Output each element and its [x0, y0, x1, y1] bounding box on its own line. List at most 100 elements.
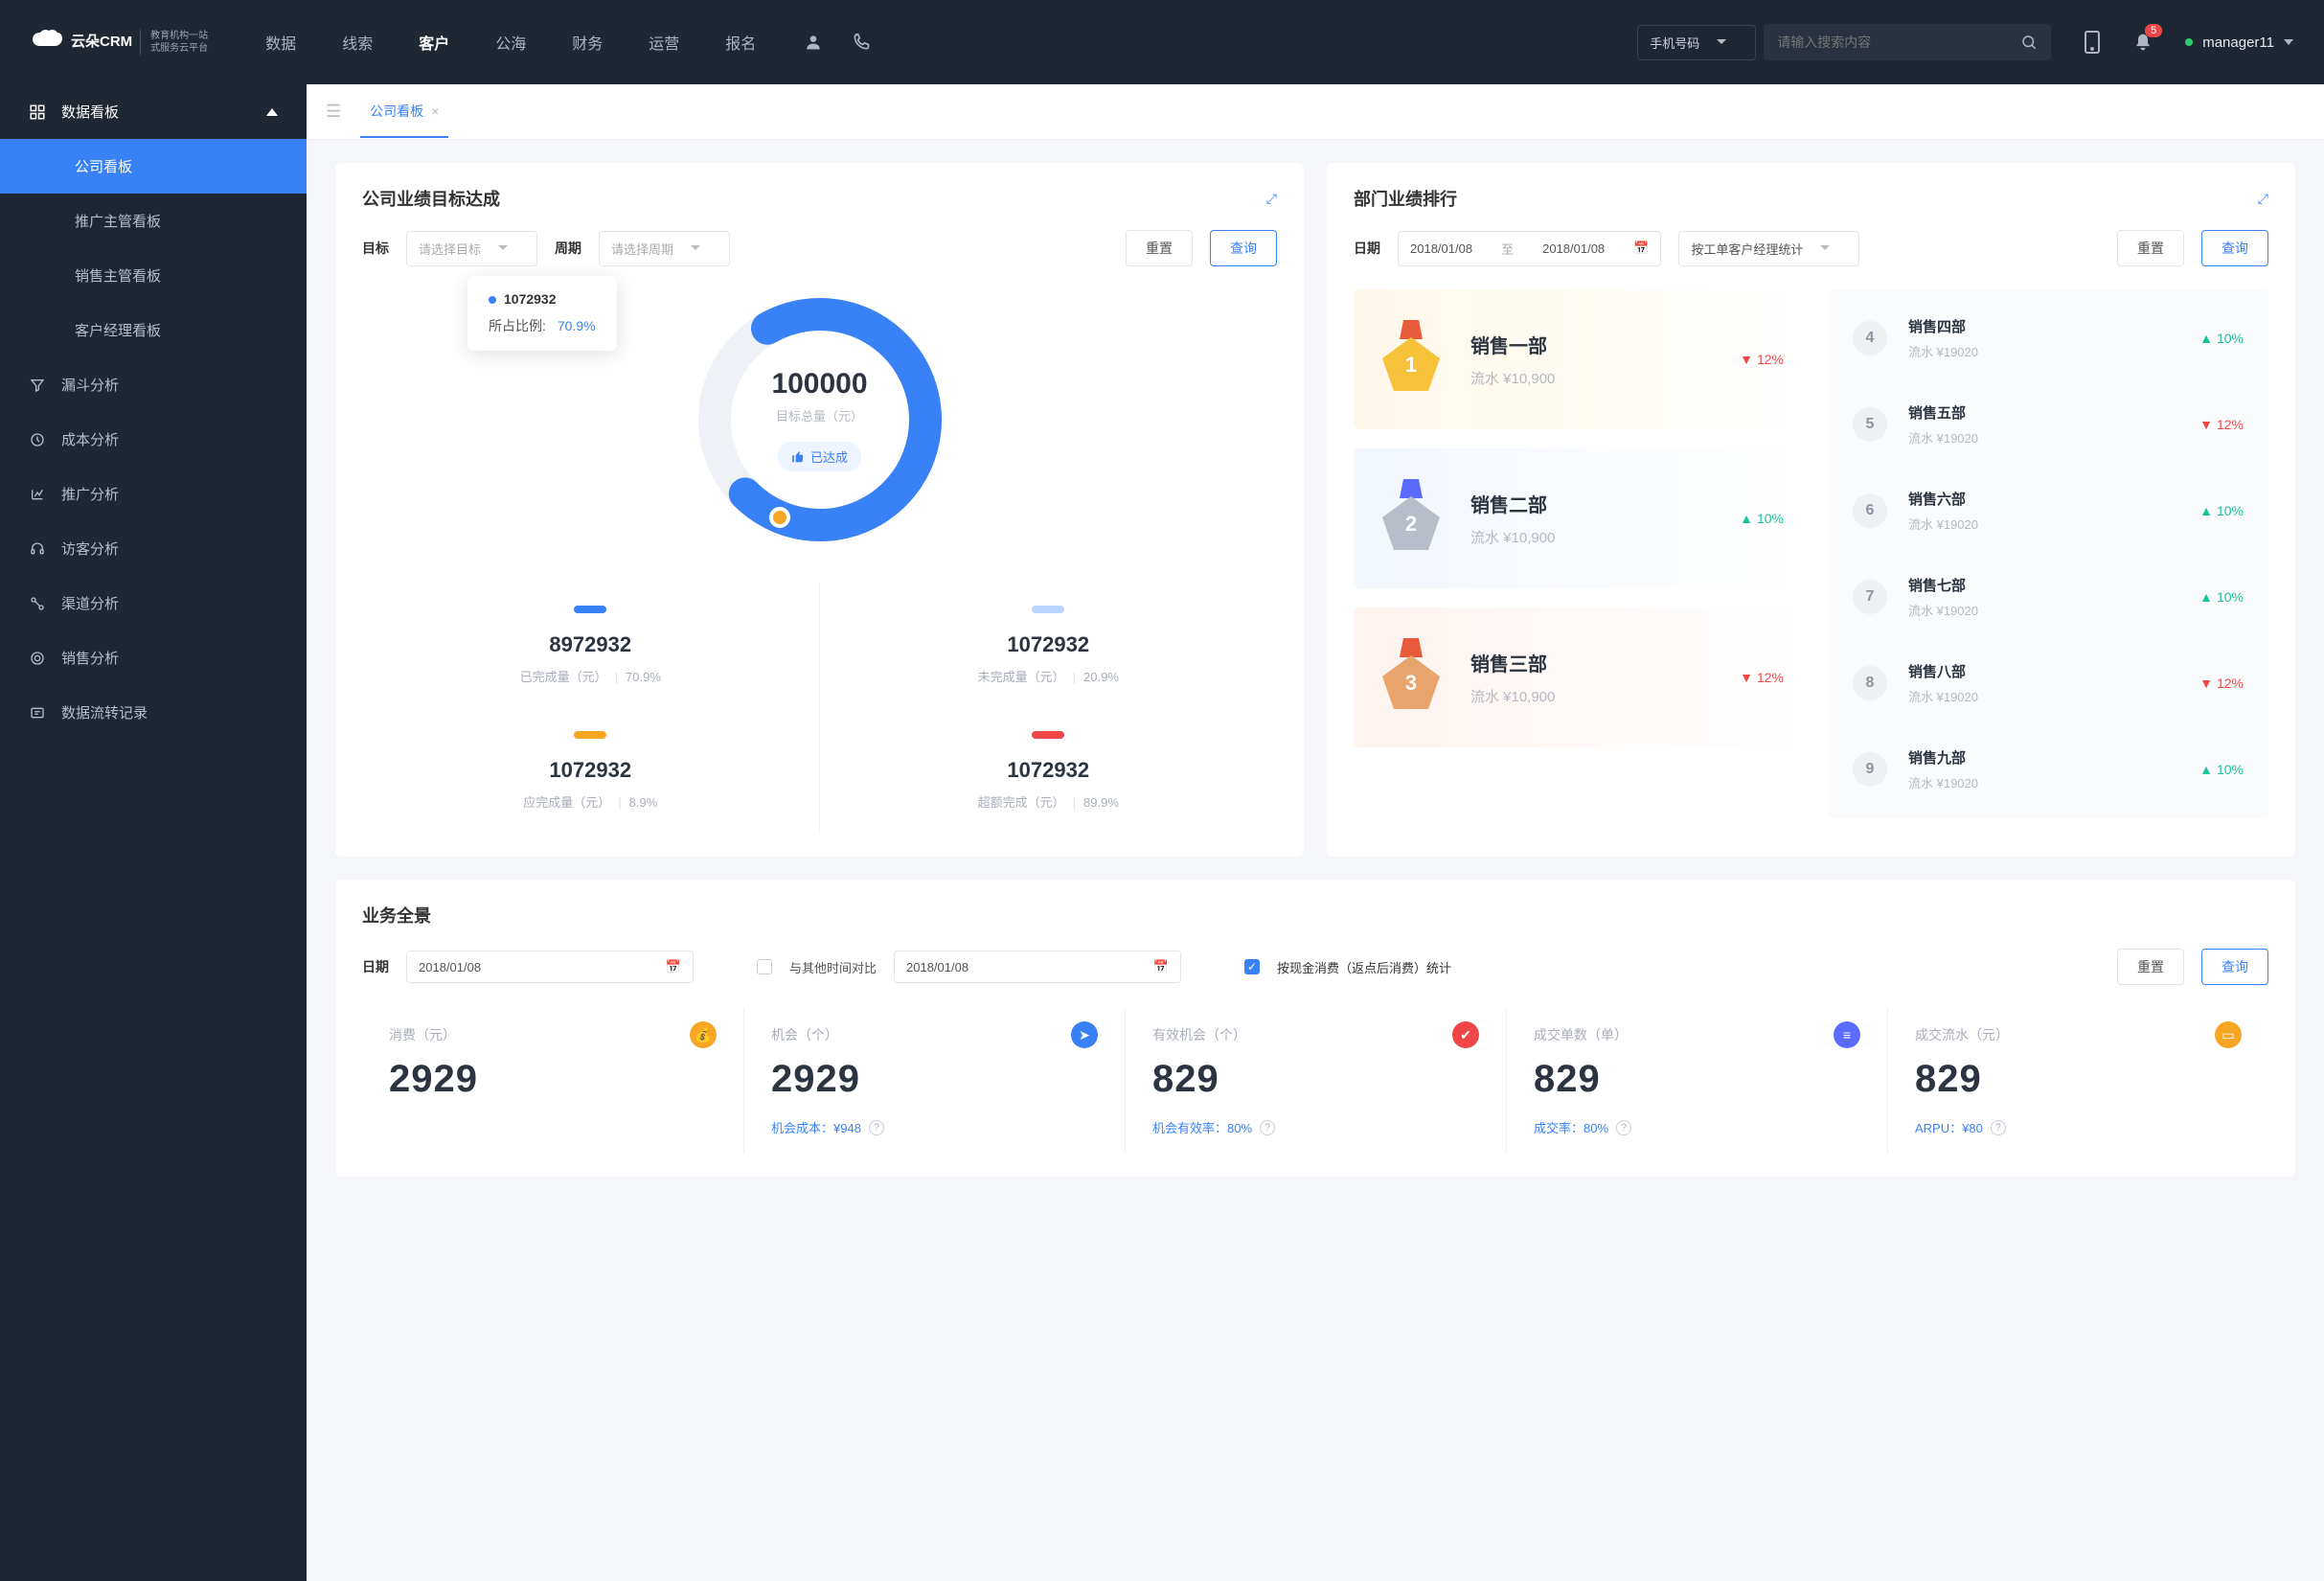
target-select[interactable]: 请选择目标: [406, 231, 537, 266]
sidebar-sub-company[interactable]: 公司看板: [0, 139, 307, 194]
scope-select[interactable]: 按工单客户经理统计: [1678, 231, 1859, 266]
rank-row: 5销售五部流水 ¥19020▼ 12%: [1828, 381, 2268, 468]
sidebar-item-visitor[interactable]: 访客分析: [0, 521, 307, 576]
sidebar: 数据看板 公司看板 推广主管看板 销售主管看板 客户经理看板 漏斗分析 成本分析…: [0, 84, 307, 1581]
query-button[interactable]: 查询: [2201, 949, 2268, 985]
date-range-input[interactable]: 2018/01/08 至 2018/01/08 📅: [1398, 231, 1661, 266]
brand-tag1: 教育机构一站: [150, 30, 208, 42]
sidebar-item-funnel[interactable]: 漏斗分析: [0, 357, 307, 412]
person-icon[interactable]: [804, 33, 823, 52]
search-input[interactable]: [1777, 34, 2020, 50]
brand-tag2: 式服务云平台: [150, 42, 208, 55]
reset-button[interactable]: 重置: [2117, 949, 2184, 985]
reset-button[interactable]: 重置: [1126, 230, 1193, 266]
query-button[interactable]: 查询: [1210, 230, 1277, 266]
target-icon: [29, 650, 46, 667]
search-field-select[interactable]: 手机号码: [1637, 25, 1756, 60]
date-label: 日期: [362, 957, 389, 976]
reset-button[interactable]: 重置: [2117, 230, 2184, 266]
rank-card: 部门业绩排行 ⤢ 日期 2018/01/08 至 2018/01/08 📅: [1327, 163, 2295, 857]
user-menu[interactable]: manager11: [2185, 34, 2293, 51]
main: ☰ 公司看板 × 公司业绩目标达成 ⤢ 目标: [307, 84, 2324, 1581]
sidebar-sub-promo-mgr[interactable]: 推广主管看板: [0, 194, 307, 248]
ov-deals: 成交单数（单） ≡ 829 成交率：80%?: [1506, 1008, 1887, 1154]
stat-checkbox[interactable]: ✓: [1244, 959, 1260, 974]
overview-card: 业务全景 日期 2018/01/08📅 与其他时间对比 2018/01/08📅 …: [335, 880, 2295, 1177]
calendar-icon: 📅: [1633, 241, 1649, 256]
svg-text:3: 3: [1405, 671, 1417, 695]
compare-label: 与其他时间对比: [789, 958, 877, 976]
flow-icon: [29, 704, 46, 722]
sidebar-item-cost[interactable]: 成本分析: [0, 412, 307, 467]
chart-tooltip: 1072932 所占比例:70.9%: [467, 276, 617, 351]
nav-leads[interactable]: 线索: [342, 23, 373, 61]
notifications-button[interactable]: 5: [2133, 32, 2153, 53]
sidebar-item-flow[interactable]: 数据流转记录: [0, 685, 307, 740]
thumbs-up-icon: [791, 450, 805, 464]
calendar-icon: 📅: [1153, 959, 1169, 974]
menu-toggle-icon[interactable]: ☰: [326, 102, 341, 122]
ov-valid: 有效机会（个） ✔ 829 机会有效率：80%?: [1125, 1008, 1506, 1154]
help-icon[interactable]: ?: [1616, 1120, 1631, 1135]
goal-title: 公司业绩目标达成: [362, 186, 500, 211]
target-label: 目标: [362, 239, 389, 258]
help-icon[interactable]: ?: [869, 1120, 884, 1135]
tab-company-board[interactable]: 公司看板 ×: [360, 86, 448, 138]
trend-up-icon: ▲ 10%: [1740, 511, 1784, 526]
sidebar-sub-cust-mgr[interactable]: 客户经理看板: [0, 303, 307, 357]
sidebar-sub-sales-mgr[interactable]: 销售主管看板: [0, 248, 307, 303]
user-name: manager11: [2202, 34, 2274, 51]
mobile-icon[interactable]: [2084, 30, 2101, 55]
nav-signup[interactable]: 报名: [725, 23, 756, 61]
card-icon: ▭: [2215, 1021, 2242, 1048]
status-dot-icon: [2185, 38, 2193, 46]
ring-tag: 已达成: [778, 442, 861, 471]
phone-icon[interactable]: [852, 33, 871, 52]
rank-row: 9销售九部流水 ¥19020▲ 10%: [1828, 726, 2268, 813]
rank-row: 8销售八部流水 ¥19020▼ 12%: [1828, 640, 2268, 726]
trend-down-icon: ▼ 12%: [1740, 352, 1784, 367]
expand-icon[interactable]: ⤢: [2258, 191, 2268, 207]
nav-ops[interactable]: 运营: [649, 23, 679, 61]
sidebar-item-promo[interactable]: 推广分析: [0, 467, 307, 521]
channel-icon: [29, 595, 46, 612]
bag-icon: 💰: [690, 1021, 717, 1048]
metric-over: 1072932超额完成（元）|89.9%: [820, 708, 1278, 834]
logo-icon: [31, 29, 63, 56]
donut-chart: 100000 目标总量（元） 已达成: [676, 276, 964, 563]
expand-icon[interactable]: ⤢: [1266, 191, 1277, 207]
help-icon[interactable]: ?: [1260, 1120, 1275, 1135]
nav-pool[interactable]: 公海: [495, 23, 526, 61]
compare-checkbox[interactable]: [757, 959, 772, 974]
query-button[interactable]: 查询: [2201, 230, 2268, 266]
podium-2: 2 销售二部流水 ¥10,900 ▲ 10%: [1354, 448, 1807, 588]
top-nav: 云朵CRM 教育机构一站 式服务云平台 数据 线索 客户 公海 财务 运营 报名…: [0, 0, 2324, 84]
sidebar-item-sales[interactable]: 销售分析: [0, 630, 307, 685]
period-select[interactable]: 请选择周期: [599, 231, 730, 266]
logo: 云朵CRM 教育机构一站 式服务云平台: [31, 29, 208, 56]
rank-row: 6销售六部流水 ¥19020▲ 10%: [1828, 468, 2268, 554]
tabs-bar: ☰ 公司看板 ×: [307, 84, 2324, 140]
metric-should: 1072932应完成量（元）|8.9%: [362, 708, 820, 834]
metric-undone: 1072932未完成量（元）|20.9%: [820, 583, 1278, 708]
podium-1: 1 销售一部流水 ¥10,900 ▼ 12%: [1354, 289, 1807, 429]
chevron-down-icon: [2284, 39, 2293, 45]
nav-items: 数据 线索 客户 公海 财务 运营 报名: [265, 23, 756, 61]
clock-icon: [29, 431, 46, 448]
nav-finance[interactable]: 财务: [572, 23, 603, 61]
sidebar-group-dashboard[interactable]: 数据看板: [0, 84, 307, 139]
period-label: 周期: [555, 239, 581, 258]
nav-customers[interactable]: 客户: [419, 23, 449, 61]
sidebar-item-channel[interactable]: 渠道分析: [0, 576, 307, 630]
date-input-2[interactable]: 2018/01/08📅: [894, 951, 1181, 983]
close-icon[interactable]: ×: [431, 103, 439, 119]
help-icon[interactable]: ?: [1991, 1120, 2006, 1135]
search-icon[interactable]: [2020, 34, 2038, 51]
chevron-up-icon: [266, 108, 278, 116]
rank-list: 4销售四部流水 ¥19020▲ 10% 5销售五部流水 ¥19020▼ 12% …: [1828, 289, 2268, 818]
svg-text:1: 1: [1405, 353, 1417, 377]
nav-data[interactable]: 数据: [265, 23, 296, 61]
date-input-1[interactable]: 2018/01/08📅: [406, 951, 694, 983]
headset-icon: [29, 540, 46, 558]
medal-silver-icon: 2: [1377, 475, 1446, 561]
